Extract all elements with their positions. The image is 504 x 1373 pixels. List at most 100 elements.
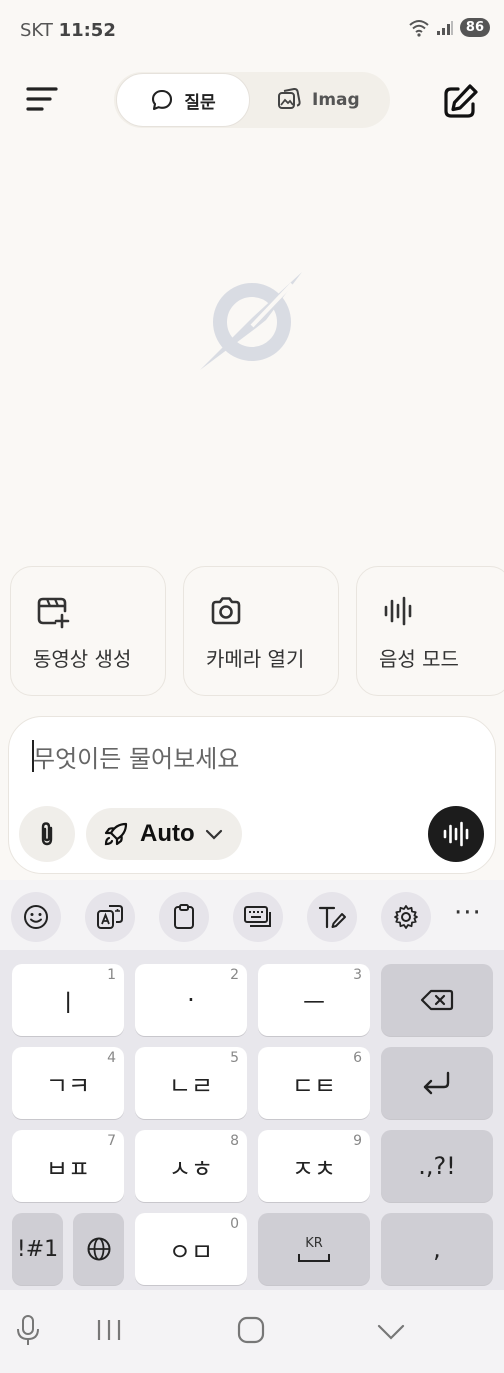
model-label: Auto [140,820,195,847]
key-hint: 6 [353,1050,362,1066]
mode-switch: 질문 Imag [114,72,390,128]
signal-icon [436,20,453,35]
key-9[interactable]: ㅈㅊ 9 [258,1130,370,1202]
space-key[interactable]: KR [258,1213,370,1285]
image-stack-icon [278,87,301,109]
composer: 무엇이든 물어보세요 [8,716,496,874]
keyboard-mode-button[interactable] [233,892,283,942]
voice-wave-icon [443,821,469,847]
enter-key[interactable] [381,1047,493,1119]
key-hint: 0 [230,1216,239,1232]
key-7[interactable]: ㅂㅍ 7 [12,1130,124,1202]
rocket-icon [104,822,128,846]
keyboard-settings-button[interactable] [381,892,431,942]
tab-image[interactable]: Imag [276,72,360,128]
menu-button[interactable] [22,80,62,120]
key-4[interactable]: ㄱㅋ 4 [12,1047,124,1119]
clock: 11:52 [58,20,116,41]
keyboard-icon [244,906,271,927]
tab-ask[interactable]: 질문 [116,73,250,127]
symbols-key[interactable]: !#1 [12,1213,63,1285]
voice-wave-icon [384,596,412,626]
clipboard-button[interactable] [159,892,209,942]
text-caret [32,740,34,772]
key-hint: 7 [107,1133,116,1149]
model-selector[interactable]: Auto [86,808,242,860]
home-icon[interactable] [236,1315,266,1345]
menu-icon [26,87,58,111]
key-0[interactable]: ㅇㅁ 0 [135,1213,247,1285]
quick-action-label: 음성 모드 [379,647,459,671]
status-left: SKT 11:52 [20,20,116,41]
logo-icon [200,272,302,370]
backspace-icon [420,989,454,1011]
battery-badge: 86 [459,18,490,37]
space-language-label: KR [305,1235,323,1251]
key-label: ㅈㅊ [291,1154,337,1183]
quick-action-voice[interactable]: 음성 모드 [356,566,504,696]
quick-action-camera[interactable]: 카메라 열기 [183,566,339,696]
quick-action-label: 카메라 열기 [206,647,305,671]
smiley-icon [24,905,48,929]
key-label: ㅇㅁ [168,1237,214,1266]
app-logo [192,270,312,380]
video-add-icon [37,597,70,629]
language-key[interactable] [73,1213,124,1285]
key-2[interactable]: · 2 [135,964,247,1036]
key-hint: 1 [107,967,116,983]
backspace-key[interactable] [381,964,493,1036]
recent-apps-icon[interactable] [94,1316,124,1344]
key-label: ㄴㄹ [168,1071,214,1100]
clipboard-icon [174,904,194,929]
attach-button[interactable] [19,806,75,862]
enter-icon [423,1071,450,1095]
more-options-button[interactable]: ··· [454,898,482,928]
voice-mode-button[interactable] [428,806,484,862]
key-label: · [187,986,195,1014]
chevron-down-icon [205,829,222,840]
key-hint: 8 [230,1133,239,1149]
chevron-down-icon[interactable] [376,1322,406,1342]
key-hint: 3 [353,967,362,983]
key-label: ㅣ [56,988,80,1017]
camera-icon [211,597,241,625]
key-label: .,?! [418,1152,456,1180]
key-label: ㄱㅋ [45,1071,91,1100]
text-edit-icon [318,906,346,929]
key-8[interactable]: ㅅㅎ 8 [135,1130,247,1202]
punctuation-key[interactable]: .,?! [381,1130,493,1202]
keyboard-toolbar: ··· [0,880,504,950]
new-chat-button[interactable] [438,80,482,124]
key-6[interactable]: ㄷㅌ 6 [258,1047,370,1119]
key-label: ㅅㅎ [168,1154,214,1183]
key-3[interactable]: ㅡ 3 [258,964,370,1036]
key-hint: 9 [353,1133,362,1149]
key-5[interactable]: ㄴㄹ 5 [135,1047,247,1119]
edit-icon [444,84,478,118]
space-bar-icon [298,1253,330,1262]
microphone-icon[interactable] [15,1314,41,1348]
key-1[interactable]: ㅣ 1 [12,964,124,1036]
status-right: 86 [408,18,490,37]
carrier-label: SKT [20,20,53,41]
quick-action-label: 동영상 생성 [33,647,132,671]
key-label: ㅂㅍ [45,1154,91,1183]
prompt-input[interactable]: 무엇이든 물어보세요 [33,739,239,774]
status-bar: SKT 11:52 86 [0,0,504,60]
text-style-button[interactable] [307,892,357,942]
tab-image-label: Imag [312,90,360,110]
comma-key[interactable]: , [381,1213,493,1285]
translate-icon [97,905,123,929]
quick-action-video[interactable]: 동영상 생성 [10,566,166,696]
emoji-button[interactable] [11,892,61,942]
key-hint: 2 [230,967,239,983]
globe-icon [87,1237,110,1261]
translate-button[interactable] [85,892,135,942]
tab-ask-label: 질문 [184,92,216,113]
chat-bubble-icon [152,89,173,111]
navigation-bar [0,1290,504,1373]
gear-icon [394,905,418,929]
paperclip-icon [41,822,53,846]
key-hint: 5 [230,1050,239,1066]
keyboard: ㅣ 1 · 2 ㅡ 3 ㄱㅋ 4 ㄴㄹ 5 ㄷㅌ 6 ㅂㅍ 7 ㅅㅎ 8 ㅈㅊ … [0,950,504,1290]
